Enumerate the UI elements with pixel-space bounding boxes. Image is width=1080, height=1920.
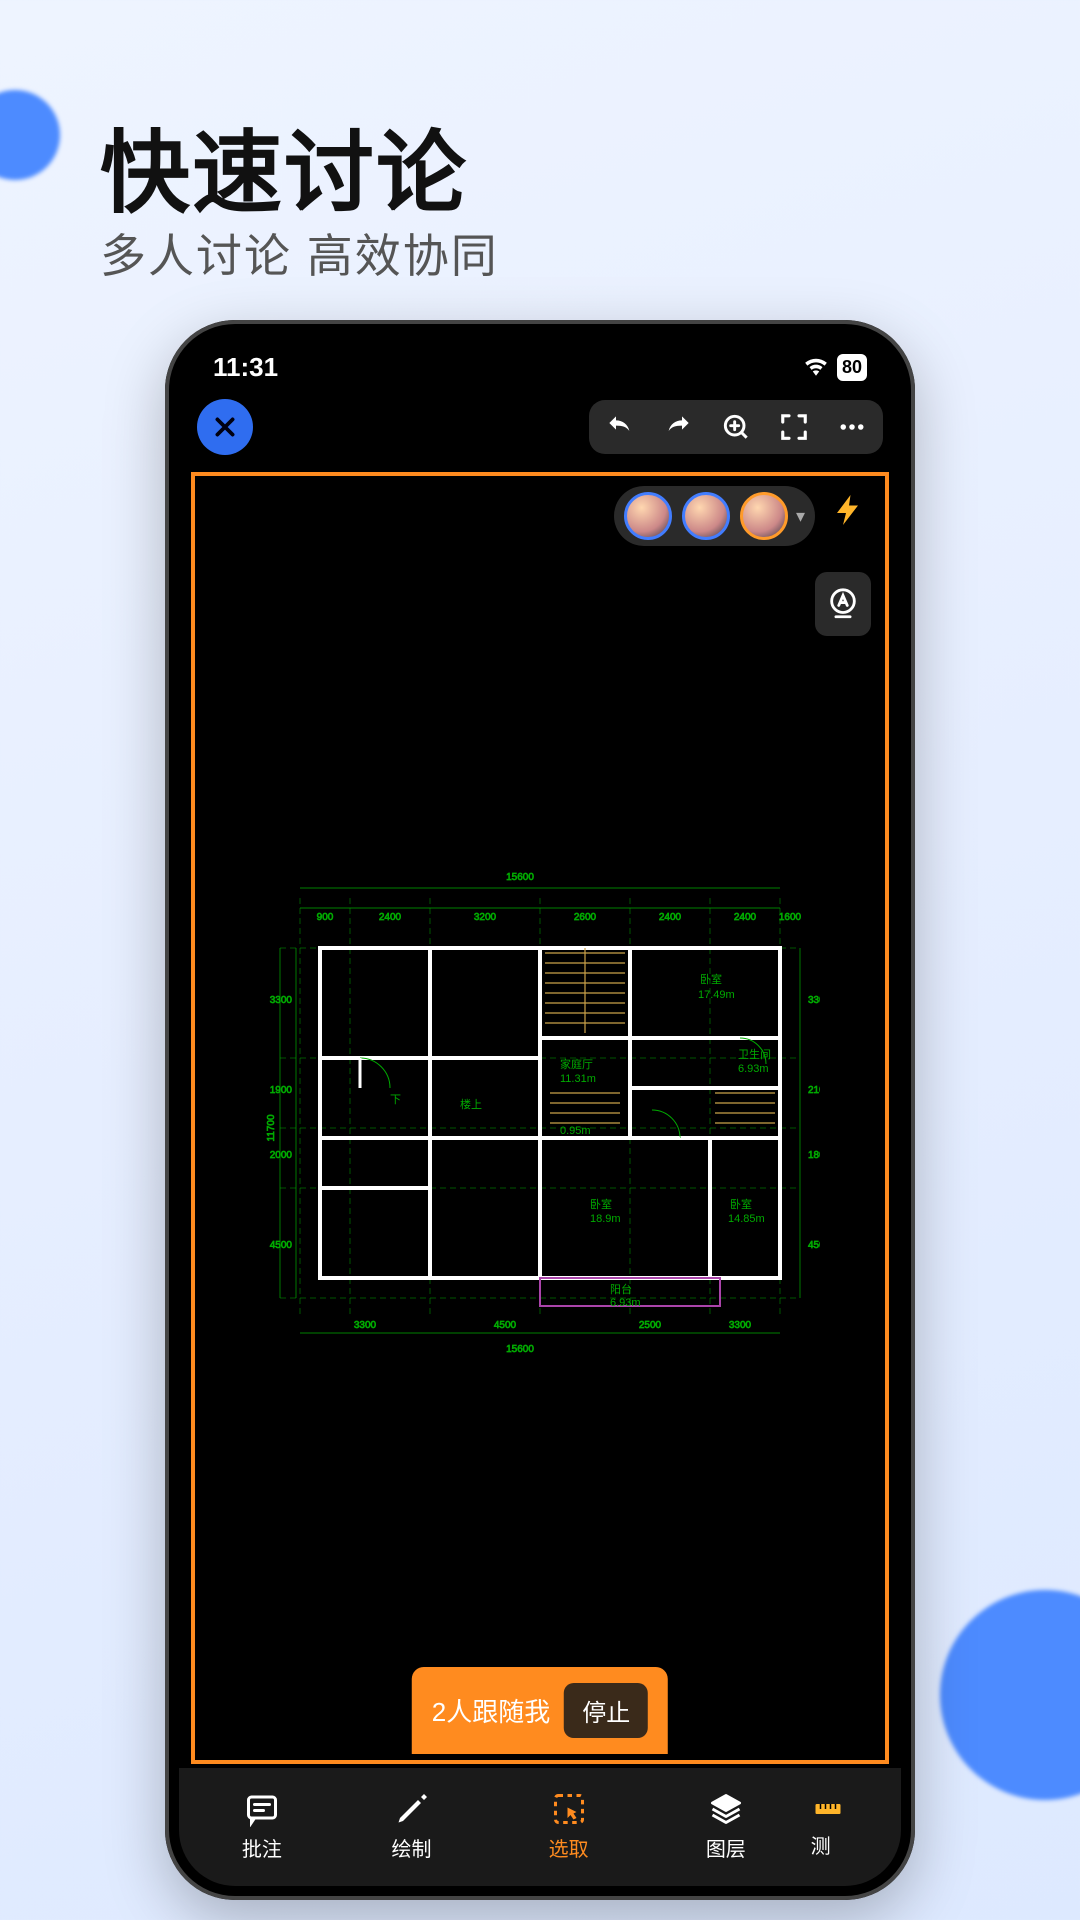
status-time: 11:31 [213, 352, 278, 383]
chevron-down-icon[interactable]: ▾ [796, 506, 805, 527]
svg-text:2500: 2500 [639, 1320, 662, 1331]
zoom-reset-icon[interactable] [719, 410, 753, 444]
top-toolbar [179, 391, 901, 469]
tab-select[interactable]: 选取 [486, 1780, 651, 1872]
follow-count-text: 2人跟随我 [432, 1692, 550, 1729]
avatar-3[interactable] [740, 492, 788, 540]
status-bar: 11:31 80 [179, 334, 901, 391]
lightning-icon[interactable] [831, 492, 867, 537]
svg-text:17.49m: 17.49m [698, 989, 735, 1001]
svg-text:15600: 15600 [506, 872, 534, 883]
tab-annotate[interactable]: 批注 [187, 1780, 337, 1872]
svg-text:11700: 11700 [266, 1114, 277, 1142]
svg-text:4500: 4500 [270, 1240, 293, 1251]
svg-text:0.95m: 0.95m [560, 1125, 591, 1137]
avatar-1[interactable] [624, 492, 672, 540]
svg-text:14.85m: 14.85m [728, 1213, 765, 1225]
hero-title: 快速讨论 [100, 100, 468, 230]
drawing-canvas[interactable]: ▾ [191, 472, 889, 1764]
tab-layers[interactable]: 图层 [651, 1780, 801, 1872]
phone-screen: 11:31 80 [179, 334, 901, 1886]
tab-draw[interactable]: 绘制 [337, 1780, 487, 1872]
cad-floorplan: 15600 900 2400 3200 2600 2400 2400 1600 … [260, 858, 820, 1358]
svg-text:楼上: 楼上 [460, 1097, 482, 1111]
tab-label: 图层 [706, 1833, 746, 1862]
bg-decoration-bottom [940, 1590, 1080, 1800]
svg-text:1800: 1800 [808, 1150, 820, 1161]
svg-text:900: 900 [317, 912, 334, 923]
more-icon[interactable] [835, 410, 869, 444]
svg-text:卧室: 卧室 [700, 972, 722, 986]
svg-text:3300: 3300 [808, 995, 820, 1006]
svg-text:15600: 15600 [506, 1344, 534, 1355]
tab-label: 绘制 [392, 1833, 432, 1862]
svg-text:11.31m: 11.31m [560, 1073, 596, 1085]
text-tool-button[interactable] [815, 572, 871, 636]
svg-text:2400: 2400 [734, 912, 757, 923]
fullscreen-icon[interactable] [777, 410, 811, 444]
svg-text:2400: 2400 [659, 912, 682, 923]
svg-text:3300: 3300 [729, 1320, 752, 1331]
phone-mockup: 11:31 80 [165, 320, 915, 1900]
svg-text:4500: 4500 [494, 1320, 517, 1331]
svg-text:2000: 2000 [270, 1150, 293, 1161]
svg-text:3200: 3200 [474, 912, 497, 923]
hero-subtitle: 多人讨论 高效协同 [100, 220, 499, 286]
svg-text:2600: 2600 [574, 912, 597, 923]
follow-status-pill: 2人跟随我 停止 [412, 1667, 668, 1754]
wifi-icon [803, 352, 829, 383]
tab-measure[interactable]: 测 [801, 1780, 893, 1872]
svg-text:6.93m: 6.93m [738, 1063, 769, 1075]
svg-text:卧室: 卧室 [730, 1197, 752, 1211]
tab-label: 测 [811, 1830, 831, 1859]
svg-text:4500: 4500 [808, 1240, 820, 1251]
svg-text:下: 下 [390, 1094, 401, 1106]
collaborator-avatars[interactable]: ▾ [614, 486, 815, 546]
bg-decoration-top [0, 90, 60, 180]
svg-text:家庭厅: 家庭厅 [560, 1057, 593, 1071]
stop-button[interactable]: 停止 [564, 1683, 648, 1738]
bottom-tab-bar: 批注 绘制 选取 图层 测 [179, 1768, 901, 1886]
svg-text:6.93m: 6.93m [610, 1297, 641, 1309]
svg-text:1900: 1900 [270, 1085, 293, 1096]
svg-text:18.9m: 18.9m [590, 1213, 621, 1225]
battery-icon: 80 [837, 354, 867, 381]
svg-text:卫生间: 卫生间 [738, 1047, 771, 1061]
svg-text:1600: 1600 [779, 912, 802, 923]
svg-text:3300: 3300 [270, 995, 293, 1006]
svg-text:2100: 2100 [808, 1085, 820, 1096]
svg-text:卧室: 卧室 [590, 1197, 612, 1211]
close-button[interactable] [197, 399, 253, 455]
toolbar-actions [589, 400, 883, 454]
avatar-2[interactable] [682, 492, 730, 540]
undo-icon[interactable] [603, 410, 637, 444]
redo-icon[interactable] [661, 410, 695, 444]
svg-text:阳台: 阳台 [610, 1282, 632, 1296]
tab-label: 批注 [242, 1833, 282, 1862]
svg-text:3300: 3300 [354, 1320, 377, 1331]
svg-text:2400: 2400 [379, 912, 402, 923]
tab-label: 选取 [549, 1833, 589, 1862]
